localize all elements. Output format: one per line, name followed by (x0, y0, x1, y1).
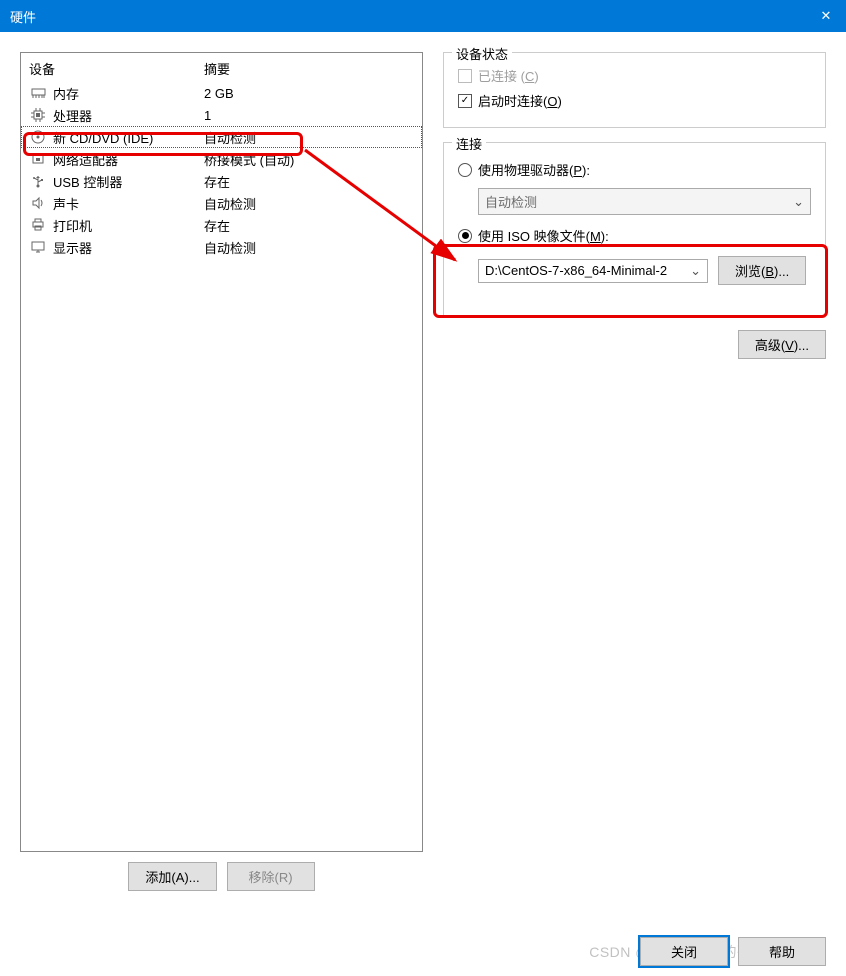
titlebar: 硬件 ✕ (0, 0, 846, 32)
close-icon[interactable]: ✕ (806, 0, 846, 32)
sound-icon (29, 195, 47, 211)
use-iso-row[interactable]: 使用 ISO 映像文件(M): (458, 223, 811, 248)
physical-drive-dropdown[interactable]: 自动检测 ⌄ (478, 188, 811, 215)
remove-button[interactable]: 移除(R) (227, 862, 315, 891)
use-physical-row[interactable]: 使用物理驱动器(P): (458, 157, 811, 182)
device-name: 打印机 (53, 216, 204, 235)
advanced-button[interactable]: 高级(V)... (738, 330, 826, 359)
radio-icon (458, 229, 472, 243)
connect-at-power-label: 启动时连接(O) (478, 91, 562, 110)
device-summary: 自动检测 (204, 194, 414, 213)
device-buttons: 添加(A)... 移除(R) (20, 862, 423, 891)
device-summary: 自动检测 (204, 128, 414, 147)
device-row[interactable]: 内存2 GB (21, 82, 422, 104)
device-row[interactable]: 显示器自动检测 (21, 236, 422, 258)
cpu-icon (29, 107, 47, 123)
device-row[interactable]: 处理器1 (21, 104, 422, 126)
device-name: 网络适配器 (53, 150, 204, 169)
window-title: 硬件 (10, 7, 36, 26)
iso-path-dropdown[interactable]: D:\CentOS-7-x86_64-Minimal-2 ⌄ (478, 259, 708, 283)
left-pane: 设备 摘要 内存2 GB处理器1新 CD/DVD (IDE)自动检测网络适配器桥… (20, 52, 423, 891)
bottom-bar: 关闭 帮助 (640, 937, 826, 966)
use-iso-label: 使用 ISO 映像文件(M): (478, 226, 609, 245)
connection-group: 连接 使用物理驱动器(P): 自动检测 ⌄ (443, 142, 826, 316)
advanced-row: 高级(V)... (443, 330, 826, 359)
display-icon (29, 239, 47, 255)
device-name: USB 控制器 (53, 172, 204, 191)
checkbox-icon (458, 69, 472, 83)
printer-icon (29, 217, 47, 233)
memory-icon (29, 85, 47, 101)
device-name: 显示器 (53, 238, 204, 257)
device-list[interactable]: 设备 摘要 内存2 GB处理器1新 CD/DVD (IDE)自动检测网络适配器桥… (20, 52, 423, 852)
iso-path-value: D:\CentOS-7-x86_64-Minimal-2 (485, 263, 667, 278)
chevron-down-icon: ⌄ (690, 263, 701, 279)
device-list-header: 设备 摘要 (21, 53, 422, 82)
add-button[interactable]: 添加(A)... (128, 862, 216, 891)
checkbox-icon: ✓ (458, 94, 472, 108)
connected-row[interactable]: 已连接 (C) (458, 63, 811, 88)
header-device: 设备 (29, 59, 204, 78)
device-row[interactable]: 打印机存在 (21, 214, 422, 236)
device-status-group: 设备状态 已连接 (C) ✓ 启动时连接(O) (443, 52, 826, 128)
disc-icon (29, 129, 47, 145)
device-summary: 存在 (204, 216, 414, 235)
chevron-down-icon: ⌄ (793, 194, 804, 210)
device-row[interactable]: 网络适配器桥接模式 (自动) (21, 148, 422, 170)
device-row[interactable]: 新 CD/DVD (IDE)自动检测 (21, 126, 422, 148)
content-area: 设备 摘要 内存2 GB处理器1新 CD/DVD (IDE)自动检测网络适配器桥… (0, 32, 846, 911)
device-summary: 1 (204, 108, 414, 123)
close-button[interactable]: 关闭 (640, 937, 728, 966)
connected-label: 已连接 (C) (478, 66, 539, 85)
right-pane: 设备状态 已连接 (C) ✓ 启动时连接(O) 连接 使用物理驱动器(P): (433, 52, 826, 891)
device-row[interactable]: USB 控制器存在 (21, 170, 422, 192)
device-summary: 桥接模式 (自动) (204, 150, 414, 169)
device-name: 处理器 (53, 106, 204, 125)
physical-drive-value: 自动检测 (485, 192, 537, 211)
net-icon (29, 151, 47, 167)
device-row[interactable]: 声卡自动检测 (21, 192, 422, 214)
connection-legend: 连接 (452, 134, 486, 153)
device-name: 声卡 (53, 194, 204, 213)
device-status-legend: 设备状态 (452, 44, 512, 63)
header-summary: 摘要 (204, 59, 414, 78)
device-summary: 2 GB (204, 86, 414, 101)
help-button[interactable]: 帮助 (738, 937, 826, 966)
use-physical-label: 使用物理驱动器(P): (478, 160, 590, 179)
device-name: 内存 (53, 84, 204, 103)
radio-icon (458, 163, 472, 177)
browse-button[interactable]: 浏览(B)... (718, 256, 806, 285)
device-summary: 自动检测 (204, 238, 414, 257)
device-name: 新 CD/DVD (IDE) (53, 128, 204, 147)
device-summary: 存在 (204, 172, 414, 191)
connect-at-power-row[interactable]: ✓ 启动时连接(O) (458, 88, 811, 113)
usb-icon (29, 173, 47, 189)
